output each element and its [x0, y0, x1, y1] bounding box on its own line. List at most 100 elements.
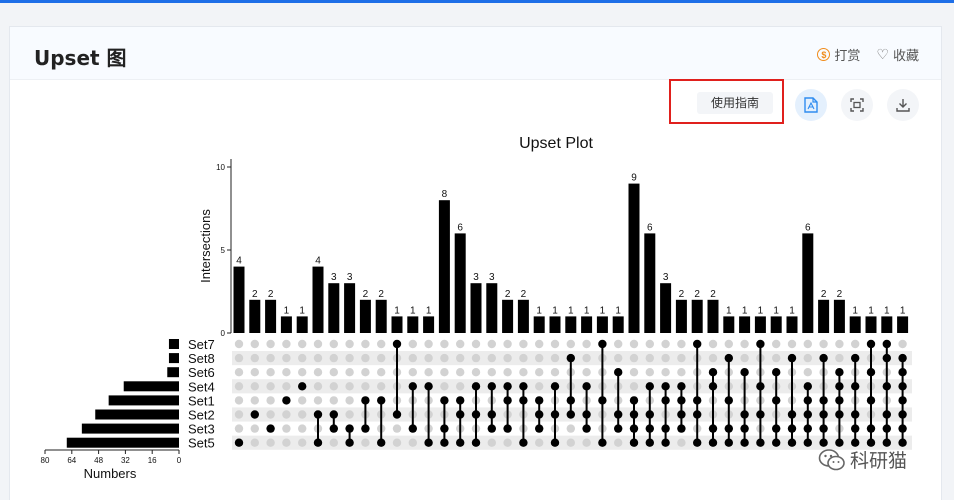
x-tick-label: 80: [41, 456, 50, 465]
y-axis-label: Intersections: [198, 209, 213, 283]
bar-value-label: 1: [884, 305, 890, 316]
intersection-bar: [675, 299, 687, 333]
x-tick-label: 64: [67, 456, 76, 465]
bar-value-label: 2: [521, 289, 527, 300]
matrix-dot-inactive: [503, 353, 512, 363]
intersection-bar: [391, 316, 403, 333]
intersection-bar: [691, 299, 703, 333]
bar-value-label: 3: [347, 272, 353, 283]
set-label: Set2: [188, 408, 215, 423]
y-tick-label: 0: [221, 329, 226, 338]
matrix-dot-inactive: [266, 410, 275, 419]
matrix-dot-inactive: [392, 424, 402, 433]
matrix-dot-inactive: [614, 438, 623, 447]
matrix-dot-inactive: [313, 396, 323, 405]
bar-value-label: 2: [694, 289, 700, 300]
intersection-bar: [723, 316, 735, 333]
bar-value-label: 1: [410, 305, 416, 316]
watermark: 科研猫: [818, 446, 907, 473]
intersection-bar: [802, 233, 814, 333]
matrix-dot-inactive: [661, 368, 670, 377]
intersection-bar: [818, 299, 830, 333]
bar-value-label: 1: [284, 305, 290, 316]
matrix-dot-inactive: [329, 353, 338, 363]
matrix-dot-inactive: [298, 353, 307, 363]
matrix-dot-inactive: [487, 438, 496, 447]
matrix-dot-inactive: [329, 339, 338, 349]
bar-value-label: 1: [758, 305, 764, 316]
matrix-dot-inactive: [298, 396, 307, 405]
intersection-bar: [644, 233, 656, 333]
matrix-dot-inactive: [661, 353, 670, 363]
matrix-dot-inactive: [803, 339, 812, 349]
upset-plot: Upset Plot0510Intersections 42 21 143 32 21 1 1…: [41, 135, 912, 481]
matrix-dot-inactive: [629, 339, 639, 349]
matrix-dot-inactive: [234, 353, 244, 363]
intersection-bar: [754, 316, 766, 333]
matrix-dot-inactive: [440, 339, 449, 349]
bar-value-label: 2: [505, 289, 511, 300]
bar-value-label: 1: [789, 305, 795, 316]
intersection-bar: [407, 316, 419, 333]
bar-value-label: 2: [363, 289, 369, 300]
intersection-bar: [770, 316, 782, 333]
bar-value-label: 2: [679, 289, 685, 300]
bar-value-label: 2: [378, 289, 384, 300]
intersection-bar: [265, 299, 277, 333]
intersection-bar: [612, 316, 624, 333]
matrix-dot-inactive: [503, 368, 512, 377]
matrix-dot-inactive: [835, 353, 844, 363]
matrix-dot-inactive: [250, 368, 259, 377]
set-label: Set5: [188, 436, 215, 451]
matrix-dot-inactive: [851, 339, 860, 349]
matrix-dot-inactive: [313, 382, 323, 391]
matrix-dot-inactive: [550, 353, 560, 363]
matrix-dot-inactive: [819, 339, 828, 349]
matrix-dot-inactive: [535, 353, 544, 363]
intersection-bar: [881, 316, 893, 333]
matrix-dot-inactive: [329, 438, 338, 447]
matrix-dot-inactive: [250, 396, 259, 405]
intersection-bar: [628, 183, 640, 333]
matrix-dot-inactive: [408, 368, 417, 377]
intersection-bar: [707, 299, 719, 333]
matrix-dot-inactive: [282, 353, 291, 363]
set-label: Set1: [188, 393, 215, 408]
set-size-bar: [95, 409, 179, 420]
bar-value-label: 1: [536, 305, 542, 316]
matrix-dot-inactive: [629, 353, 639, 363]
set-label: Set6: [188, 365, 215, 380]
matrix-dot-inactive: [787, 339, 797, 349]
matrix-dot-inactive: [282, 382, 291, 391]
intersection-bar: [296, 316, 308, 333]
set-size-bar: [66, 437, 179, 448]
matrix-dot-inactive: [471, 368, 481, 377]
matrix-dot-inactive: [645, 353, 654, 363]
matrix-dot-inactive: [282, 368, 291, 377]
bar-value-label: 1: [584, 305, 590, 316]
intersection-bar: [786, 316, 798, 333]
matrix-dot-inactive: [566, 424, 575, 433]
matrix-dot-inactive: [250, 339, 259, 349]
intersection-bar: [423, 316, 435, 333]
matrix-dot-inactive: [440, 368, 449, 377]
bar-value-label: 1: [568, 305, 574, 316]
matrix-dot-inactive: [456, 382, 465, 391]
matrix-dot-inactive: [361, 438, 370, 447]
bar-value-label: 1: [426, 305, 432, 316]
intersection-bar: [833, 299, 845, 333]
intersection-bar: [438, 200, 450, 333]
matrix-dot-inactive: [392, 438, 402, 447]
matrix-dot-inactive: [424, 353, 433, 363]
matrix-dot-inactive: [250, 382, 259, 391]
matrix-dot-inactive: [345, 353, 354, 363]
matrix-dot-inactive: [250, 438, 259, 447]
matrix-dot-active: [298, 382, 307, 391]
set-size-bar: [168, 339, 179, 349]
intersection-bar: [549, 316, 561, 333]
matrix-dot-inactive: [535, 368, 544, 377]
matrix-dot-inactive: [740, 353, 749, 363]
matrix-dot-inactive: [456, 368, 465, 377]
matrix-dot-inactive: [503, 339, 512, 349]
matrix-dot-inactive: [535, 339, 544, 349]
